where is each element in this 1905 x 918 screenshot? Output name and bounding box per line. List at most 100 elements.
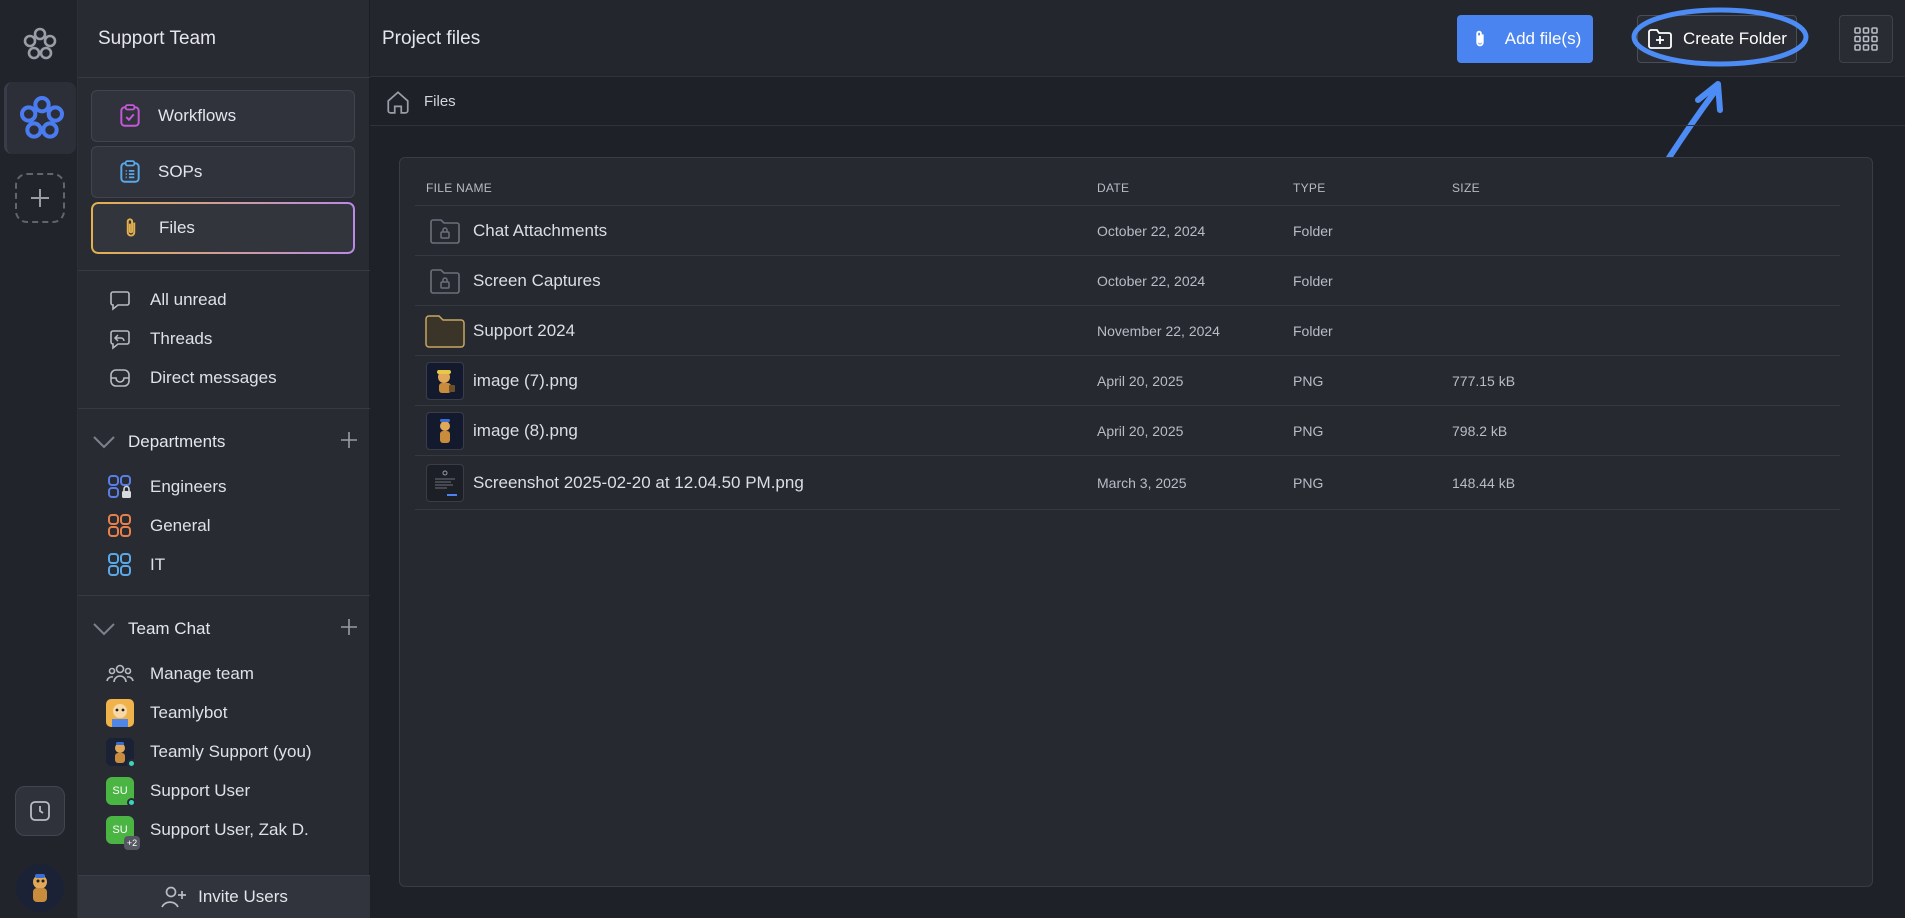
folder-plus-icon xyxy=(1647,28,1673,50)
plus-icon xyxy=(31,189,49,207)
screenshot-thumbnail xyxy=(425,463,465,503)
channel-engineers[interactable]: Engineers xyxy=(106,472,227,502)
table-row[interactable]: Support 2024 November 22, 2024 Folder xyxy=(415,306,1840,356)
folder-icon xyxy=(425,311,465,351)
add-workspace-button[interactable] xyxy=(4,162,76,234)
item-label: Engineers xyxy=(150,477,227,496)
breadcrumb-current[interactable]: Files xyxy=(424,93,456,110)
chat-teamlybot[interactable]: Teamlybot xyxy=(106,698,227,728)
threads-reply-icon xyxy=(106,325,134,353)
table-header: FILE NAME DATE TYPE SIZE xyxy=(415,170,1840,206)
item-label: Threads xyxy=(150,329,213,348)
main-content: Project files Add file(s) Create Folder … xyxy=(370,0,1905,918)
invite-label: Invite Users xyxy=(198,887,288,906)
chat-support-user-zak[interactable]: SU +2 Support User, Zak D. xyxy=(106,815,309,850)
online-status-dot xyxy=(127,798,136,807)
manage-team-item[interactable]: Manage team xyxy=(106,659,254,689)
threads-item[interactable]: Threads xyxy=(106,324,212,354)
table-row[interactable]: image (7).png April 20, 2025 PNG 777.15 … xyxy=(415,356,1840,406)
item-label: Teamlybot xyxy=(150,703,228,722)
mascot-avatar-icon xyxy=(33,874,47,902)
invite-users-button[interactable]: Invite Users xyxy=(78,875,370,918)
chat-teamly-support-you[interactable]: Teamly Support (you) xyxy=(106,737,312,768)
chat-support-user[interactable]: SU Support User xyxy=(106,776,251,807)
table-row[interactable]: image (8).png April 20, 2025 PNG 798.2 k… xyxy=(415,406,1840,456)
departments-header[interactable]: Departments xyxy=(90,427,358,457)
table-row[interactable]: Screenshot 2025-02-20 at 12.04.50 PM.png… xyxy=(415,456,1840,510)
column-header-type[interactable]: TYPE xyxy=(1293,181,1452,195)
divider xyxy=(78,270,370,271)
team-chat-header[interactable]: Team Chat xyxy=(90,614,358,644)
user-plus-icon xyxy=(160,885,188,909)
image-thumbnail xyxy=(425,411,465,451)
team-title: Support Team xyxy=(98,28,216,49)
divider xyxy=(78,408,370,409)
app-logo-icon[interactable] xyxy=(4,8,76,80)
locked-folder-icon xyxy=(425,211,465,251)
file-type: PNG xyxy=(1293,422,1324,439)
chevron-down-icon[interactable] xyxy=(90,621,118,637)
file-name: Screen Captures xyxy=(473,270,601,290)
file-date: October 22, 2024 xyxy=(1097,222,1206,239)
divider xyxy=(78,77,370,78)
files-panel: FILE NAME DATE TYPE SIZE Chat Attachment… xyxy=(399,157,1873,887)
nav-sops[interactable]: SOPs xyxy=(91,146,355,198)
file-date: April 20, 2025 xyxy=(1097,372,1184,389)
channel-grid-lock-icon xyxy=(106,473,134,501)
locked-folder-icon xyxy=(425,261,465,301)
column-header-date[interactable]: DATE xyxy=(1097,181,1293,195)
add-chat-plus-icon[interactable] xyxy=(340,618,358,641)
file-date: March 3, 2025 xyxy=(1097,474,1187,491)
apps-grid-button[interactable] xyxy=(1839,15,1893,63)
workspace-support-team[interactable] xyxy=(4,82,76,154)
app-window: Support Team Workflows SOPs Files All un… xyxy=(0,0,1905,918)
channel-general[interactable]: General xyxy=(106,511,210,541)
online-status-dot xyxy=(127,759,136,768)
button-label: Create Folder xyxy=(1683,29,1787,48)
grid-icon xyxy=(1854,27,1878,51)
file-date: April 20, 2025 xyxy=(1097,422,1184,439)
column-header-size[interactable]: SIZE xyxy=(1452,181,1652,195)
file-name: Chat Attachments xyxy=(473,220,608,240)
channel-it[interactable]: IT xyxy=(106,550,165,580)
history-button[interactable] xyxy=(4,775,76,847)
speech-bubble-icon xyxy=(106,286,134,314)
nav-files[interactable]: Files xyxy=(91,202,355,254)
add-department-plus-icon[interactable] xyxy=(340,431,358,454)
file-date: November 22, 2024 xyxy=(1097,322,1220,339)
divider xyxy=(78,595,370,596)
clipboard-list-icon xyxy=(116,158,144,186)
file-type: PNG xyxy=(1293,474,1324,491)
channel-sidebar: Support Team Workflows SOPs Files All un… xyxy=(78,0,370,918)
table-row[interactable]: Screen Captures October 22, 2024 Folder xyxy=(415,256,1840,306)
clipboard-check-icon xyxy=(116,102,144,130)
item-label: Support User xyxy=(150,781,251,800)
paperclip-icon xyxy=(1469,26,1491,52)
file-name: Screenshot 2025-02-20 at 12.04.50 PM.png xyxy=(473,472,804,492)
user-avatar[interactable] xyxy=(4,852,76,918)
direct-messages-item[interactable]: Direct messages xyxy=(106,363,277,393)
chevron-down-icon[interactable] xyxy=(90,434,118,450)
image-thumbnail xyxy=(425,361,465,401)
home-icon[interactable] xyxy=(384,88,412,116)
file-type: Folder xyxy=(1293,272,1333,289)
item-label: All unread xyxy=(150,290,227,309)
top-bar: Project files Add file(s) Create Folder xyxy=(370,0,1905,77)
file-name: image (7).png xyxy=(473,370,578,390)
clock-icon xyxy=(30,801,50,821)
member-count-badge: +2 xyxy=(124,836,140,850)
item-label: Direct messages xyxy=(150,368,277,387)
file-name: image (8).png xyxy=(473,420,578,440)
add-files-button[interactable]: Add file(s) xyxy=(1457,15,1593,63)
column-header-name[interactable]: FILE NAME xyxy=(415,181,1097,195)
create-folder-button[interactable]: Create Folder xyxy=(1637,15,1797,63)
file-name: Support 2024 xyxy=(473,320,576,340)
group-avatar: SU +2 xyxy=(106,816,140,850)
nav-workflows[interactable]: Workflows xyxy=(91,90,355,142)
channel-grid-icon xyxy=(106,512,134,540)
table-row[interactable]: Chat Attachments October 22, 2024 Folder xyxy=(415,206,1840,256)
section-title: Team Chat xyxy=(128,619,211,638)
all-unread-item[interactable]: All unread xyxy=(106,285,227,315)
workspace-rail xyxy=(0,0,78,918)
file-table: FILE NAME DATE TYPE SIZE Chat Attachment… xyxy=(415,170,1840,510)
